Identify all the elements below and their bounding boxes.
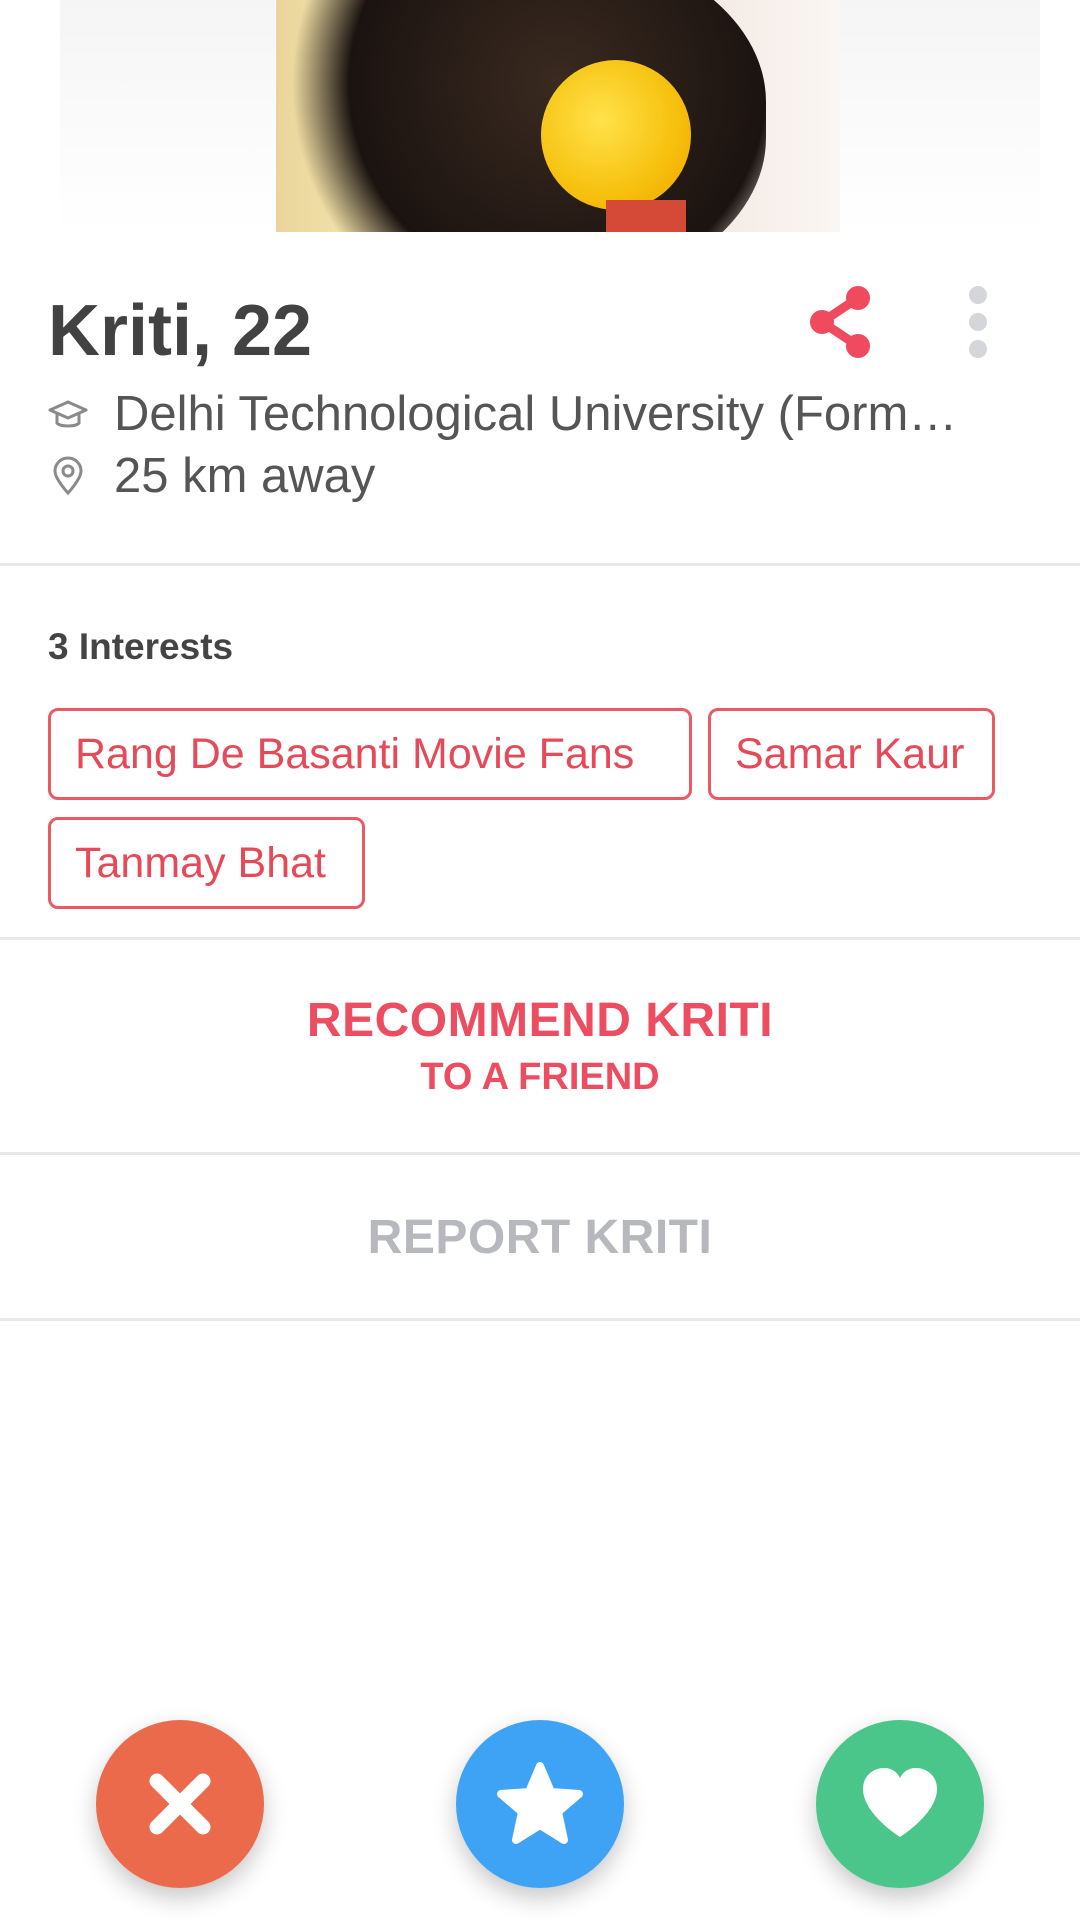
like-button[interactable] (816, 1720, 984, 1888)
photo-scarf (541, 60, 691, 210)
school-text: Delhi Technological University (Form… (114, 387, 958, 441)
photo-blur-left (60, 0, 275, 232)
interest-chip-label: Rang De Basanti Movie Fans (75, 729, 635, 778)
recommend-sublabel: TO A FRIEND (420, 1056, 660, 1098)
interest-chip-label: Samar Kaur (735, 729, 965, 778)
nope-button[interactable] (96, 1720, 264, 1888)
distance-text: 25 km away (114, 449, 376, 503)
star-icon (497, 1762, 583, 1844)
photo-hair (276, 0, 766, 232)
more-options-button[interactable] (960, 285, 996, 360)
location-pin-icon (53, 456, 83, 496)
profile-name-age: Kriti, 22 (48, 291, 313, 371)
close-icon (149, 1773, 211, 1835)
super-like-button[interactable] (456, 1720, 624, 1888)
school-row: Delhi Technological University (Form… (48, 384, 957, 444)
more-vertical-icon (969, 286, 987, 358)
recommend-label: RECOMMEND KRITI (306, 994, 774, 1047)
interests-title: 3 Interests (48, 626, 234, 667)
interest-chip[interactable]: Samar Kaur (708, 708, 995, 800)
recommend-button[interactable]: RECOMMEND KRITI TO A FRIEND (0, 940, 1080, 1152)
profile-photo[interactable] (276, 0, 840, 232)
report-label: REPORT KRITI (367, 1211, 713, 1264)
photo-blur-right (840, 0, 1040, 232)
photo-accent (606, 200, 686, 232)
distance-row: 25 km away (48, 446, 375, 506)
heart-icon (863, 1768, 937, 1837)
share-button[interactable] (800, 282, 880, 362)
divider (0, 563, 1080, 566)
interest-chip[interactable]: Tanmay Bhat (48, 817, 365, 909)
profile-screen: Kriti, 22 Delhi Technological University… (0, 0, 1080, 1920)
divider (0, 1318, 1080, 1321)
graduation-cap-icon (48, 400, 88, 428)
share-icon (810, 286, 870, 358)
interest-chip[interactable]: Rang De Basanti Movie Fans (48, 708, 692, 800)
profile-photo-area[interactable] (0, 0, 1080, 232)
interest-chip-label: Tanmay Bhat (75, 838, 326, 887)
report-button[interactable]: REPORT KRITI (0, 1155, 1080, 1320)
